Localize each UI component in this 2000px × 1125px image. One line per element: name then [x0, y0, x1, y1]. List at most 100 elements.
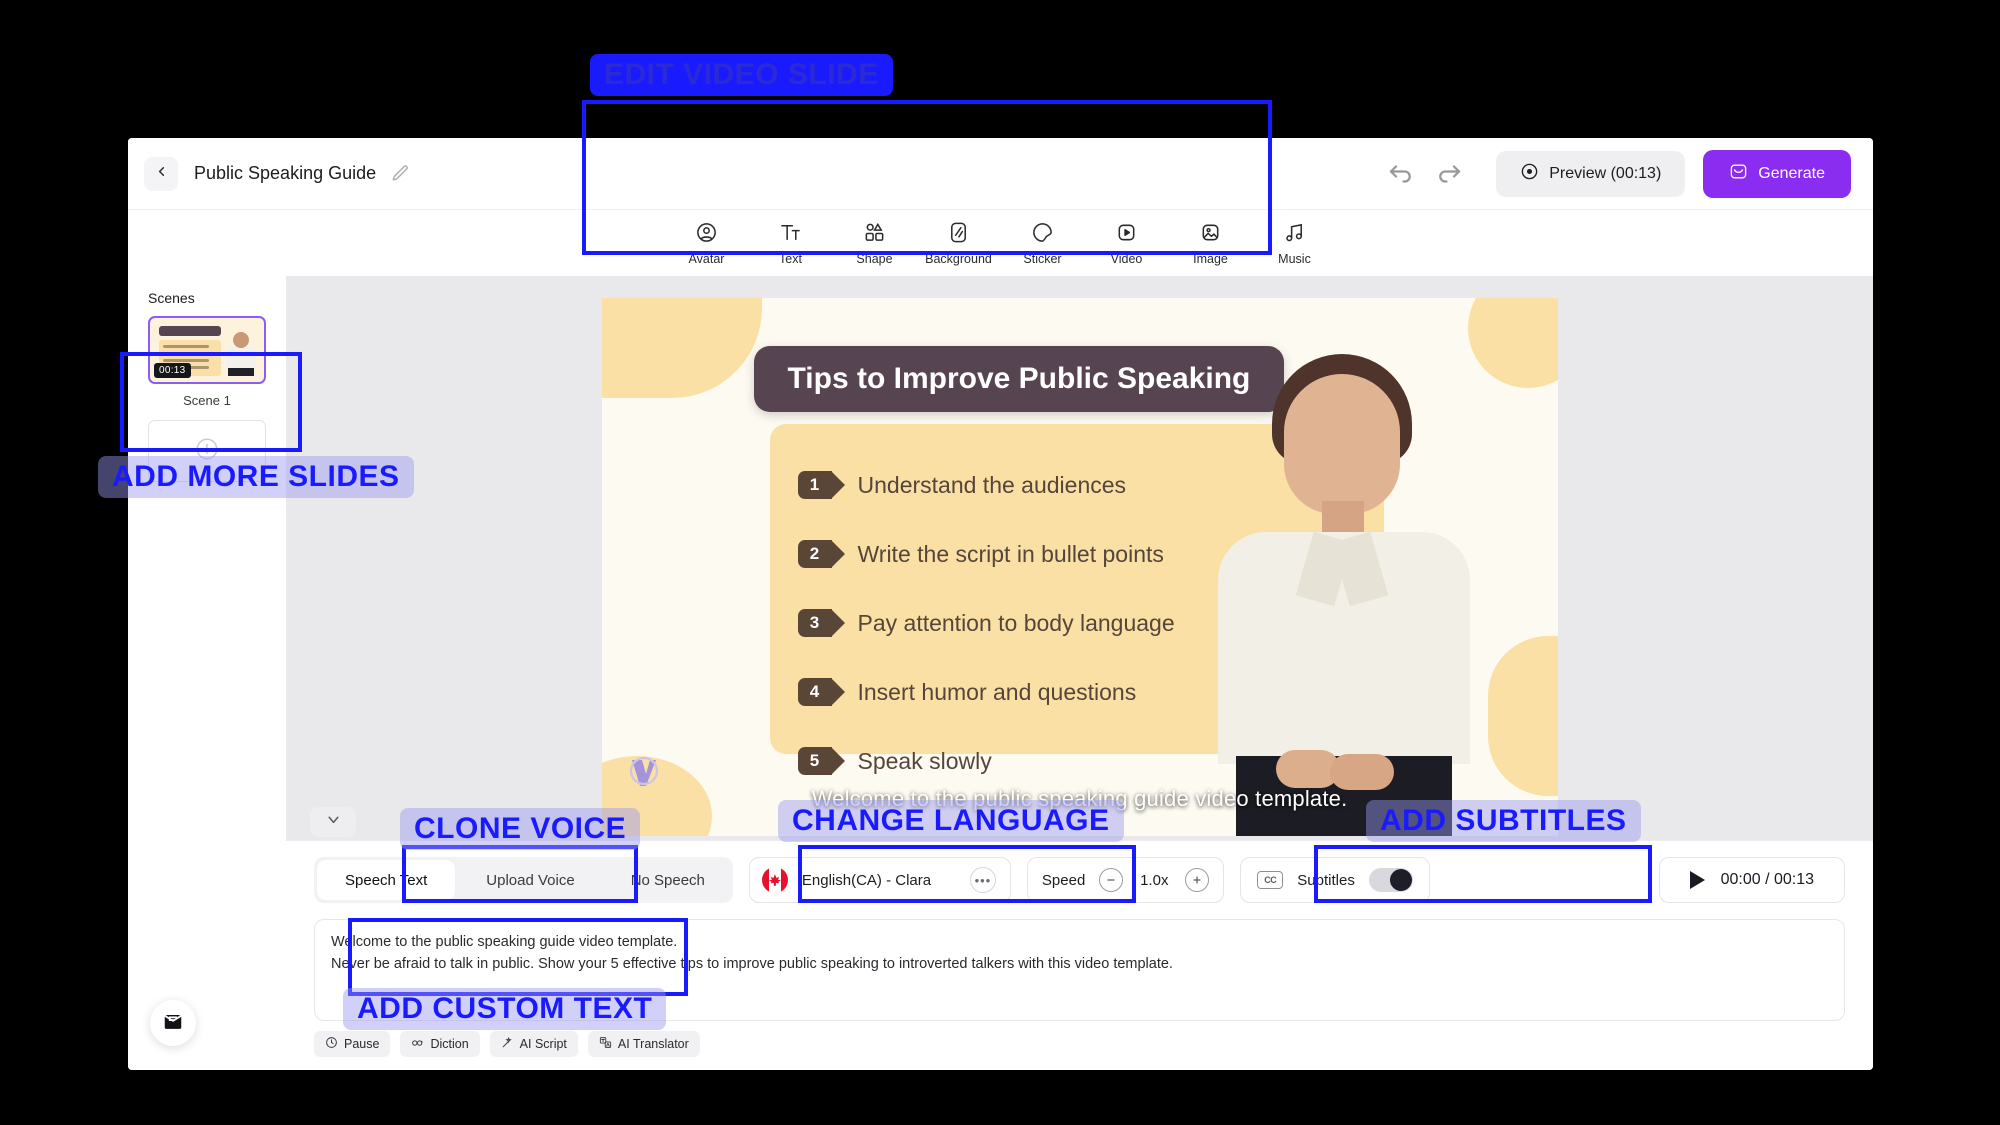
- bullet-text: Understand the audiences: [857, 471, 1127, 498]
- tool-music[interactable]: Music: [1253, 221, 1337, 266]
- tool-label: Image: [1193, 251, 1228, 266]
- chevron-down-icon: [325, 811, 342, 833]
- shape-icon: [863, 221, 886, 247]
- app-window: Public Speaking Guide Preview (00:13) Ge…: [128, 138, 1873, 1070]
- bullet-item[interactable]: 4 Insert humor and questions: [797, 665, 1175, 719]
- chat-support-button[interactable]: [150, 1000, 196, 1046]
- sticker-icon: [1031, 221, 1054, 247]
- scene-label: Scene 1: [183, 393, 231, 408]
- tab-no-speech[interactable]: No Speech: [603, 857, 733, 903]
- plus-circle-icon[interactable]: [1185, 868, 1210, 892]
- slide-bullet-list: 1 Understand the audiences 2 Write the s…: [797, 458, 1175, 803]
- bullet-number: 5: [797, 747, 845, 775]
- subtitles-label: Subtitles: [1297, 871, 1355, 889]
- ellipsis-icon[interactable]: •••: [969, 867, 996, 893]
- thumb-line: [163, 345, 209, 348]
- thumb-line: [163, 352, 209, 355]
- scenes-sidebar: Scenes 00:13 Scene 1: [128, 276, 286, 1070]
- sparkle-box-icon: [1729, 162, 1748, 186]
- bullet-item[interactable]: 5 Speak slowly: [797, 734, 1175, 788]
- bullet-item[interactable]: 2 Write the script in bullet points: [797, 527, 1175, 581]
- bullet-item[interactable]: 1 Understand the audiences: [797, 458, 1175, 512]
- back-button[interactable]: [144, 156, 178, 191]
- undo-icon[interactable]: [1386, 159, 1416, 189]
- mini-label: AI Script: [519, 1037, 567, 1051]
- decor-blob: [601, 298, 762, 398]
- collapse-panel-button[interactable]: [310, 807, 356, 837]
- thumb-title-bar: [159, 326, 221, 336]
- tool-text[interactable]: Text: [749, 221, 833, 266]
- tool-video[interactable]: Video: [1085, 221, 1169, 266]
- ai-translator-button[interactable]: AI Translator: [587, 1031, 700, 1057]
- language-selector[interactable]: English(CA) - Clara •••: [748, 857, 1011, 903]
- mini-label: Diction: [430, 1037, 469, 1051]
- tool-background[interactable]: Background: [917, 221, 1001, 266]
- play-circle-icon: [1520, 162, 1539, 186]
- text-icon: [779, 221, 802, 247]
- script-textarea[interactable]: Welcome to the public speaking guide vid…: [314, 919, 1845, 1021]
- canada-flag-icon: [761, 867, 788, 893]
- tool-avatar[interactable]: Avatar: [665, 221, 749, 266]
- speech-controls-row: Speech Text Upload Voice No Speech Engli…: [286, 841, 1873, 903]
- generate-button[interactable]: Generate: [1703, 149, 1851, 198]
- bullet-number: 2: [797, 540, 845, 568]
- mini-label: AI Translator: [617, 1037, 689, 1051]
- diction-button[interactable]: Diction: [400, 1031, 480, 1057]
- redo-icon[interactable]: [1434, 159, 1464, 189]
- clock-icon: [325, 1036, 338, 1052]
- player-time: 00:00 / 00:13: [1720, 871, 1814, 888]
- edit-toolbar: Avatar Text Shape Background Sticker Vid…: [128, 210, 1873, 276]
- add-slide-button[interactable]: [148, 420, 266, 482]
- play-icon[interactable]: [1689, 871, 1705, 889]
- cc-icon: CC: [1257, 871, 1284, 889]
- speed-value: 1.0x: [1140, 871, 1169, 889]
- speech-panel: Speech Text Upload Voice No Speech Engli…: [286, 807, 1873, 1070]
- player-controls: 00:00 / 00:13: [1658, 857, 1845, 903]
- language-name: English(CA) - Clara: [801, 871, 932, 889]
- avatar-icon: [695, 221, 718, 247]
- scenes-title: Scenes: [148, 290, 195, 306]
- subtitles-toggle-group[interactable]: CC Subtitles: [1240, 857, 1430, 903]
- page-title: Public Speaking Guide: [194, 163, 377, 183]
- tool-label: Video: [1110, 251, 1143, 266]
- bullet-number: 4: [797, 678, 845, 706]
- tool-shape[interactable]: Shape: [833, 221, 917, 266]
- app-header: Public Speaking Guide Preview (00:13) Ge…: [128, 138, 1873, 210]
- background-icon: [947, 221, 970, 247]
- plus-circle-icon: [194, 436, 220, 467]
- magic-wand-icon: [501, 1036, 514, 1052]
- scene-thumbnail-1[interactable]: 00:13: [148, 316, 266, 384]
- tool-label: Background: [925, 251, 992, 266]
- script-tools: Pause Diction AI Script AI Translator: [286, 1021, 1873, 1057]
- pause-button[interactable]: Pause: [314, 1031, 391, 1057]
- screenshot-root: Public Speaking Guide Preview (00:13) Ge…: [0, 0, 2000, 1125]
- diction-icon: [411, 1036, 424, 1052]
- chevron-left-icon: [154, 164, 169, 184]
- image-icon: [1199, 221, 1222, 247]
- translate-icon: [599, 1036, 612, 1052]
- tab-upload-voice[interactable]: Upload Voice: [458, 857, 602, 903]
- bullet-text: Speak slowly: [857, 747, 992, 774]
- tab-speech-text[interactable]: Speech Text: [317, 860, 456, 900]
- ai-script-button[interactable]: AI Script: [489, 1031, 578, 1057]
- generate-label: Generate: [1758, 164, 1825, 182]
- thumb-presenter: [224, 330, 258, 382]
- minus-circle-icon[interactable]: [1099, 868, 1124, 892]
- bullet-text: Write the script in bullet points: [857, 540, 1164, 567]
- video-slide[interactable]: Tips to Improve Public Speaking 1 Unders…: [601, 298, 1558, 836]
- tool-label: Shape: [856, 251, 893, 266]
- bullet-number: 3: [797, 609, 845, 637]
- avatar-presenter[interactable]: [1180, 336, 1510, 836]
- thumb-line: [163, 359, 209, 362]
- tool-image[interactable]: Image: [1169, 221, 1253, 266]
- tool-sticker[interactable]: Sticker: [1001, 221, 1085, 266]
- tool-label: Music: [1278, 251, 1311, 266]
- bullet-item[interactable]: 3 Pay attention to body language: [797, 596, 1175, 650]
- tool-label: Text: [779, 251, 802, 266]
- script-line-1: Welcome to the public speaking guide vid…: [331, 934, 678, 950]
- pencil-icon[interactable]: [390, 164, 410, 184]
- bullet-text: Insert humor and questions: [857, 678, 1137, 705]
- preview-button[interactable]: Preview (00:13): [1496, 150, 1686, 197]
- subtitles-toggle[interactable]: [1368, 868, 1413, 892]
- scene-duration: 00:13: [154, 363, 191, 378]
